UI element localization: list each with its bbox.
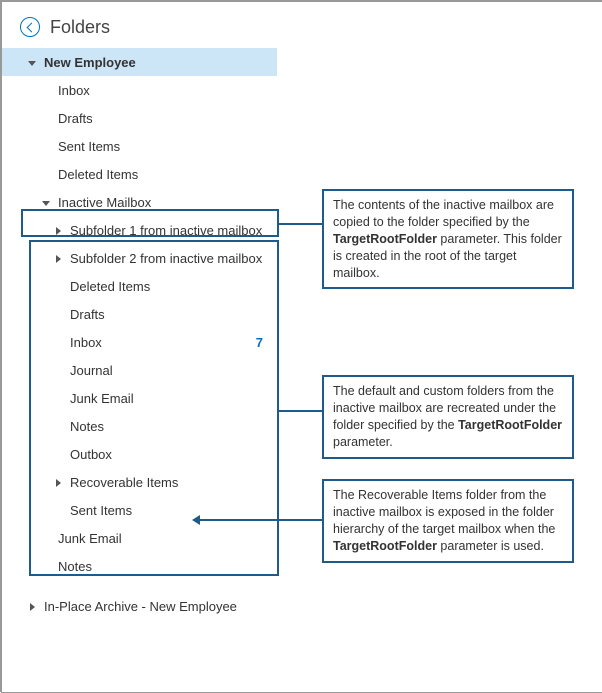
callout-text: The contents of the inactive mailbox are… <box>333 198 554 229</box>
tree-item-label: Outbox <box>70 447 269 462</box>
tree-item-im-inbox[interactable]: Inbox 7 <box>2 328 277 356</box>
callout-bold: TargetRootFolder <box>458 418 562 432</box>
tree-item-label: Sent Items <box>70 503 269 518</box>
tree-item-im-notes[interactable]: Notes <box>2 412 277 440</box>
tree-item-label: Subfolder 1 from inactive mailbox <box>70 223 269 238</box>
tree-item-label: Notes <box>70 419 269 434</box>
tree-item-label: Drafts <box>70 307 269 322</box>
tree-item-label: Inactive Mailbox <box>58 195 269 210</box>
expand-icon[interactable] <box>52 223 64 238</box>
callout-bold: TargetRootFolder <box>333 232 437 246</box>
tree-item-notes[interactable]: Notes <box>2 552 277 580</box>
tree-item-label: Deleted Items <box>70 279 269 294</box>
expand-icon[interactable] <box>52 251 64 266</box>
tree-item-label: Inbox <box>70 335 256 350</box>
callout-3: The Recoverable Items folder from the in… <box>322 479 574 563</box>
tree-item-im-junk[interactable]: Junk Email <box>2 384 277 412</box>
tree-item-junk[interactable]: Junk Email <box>2 524 277 552</box>
callout-text: parameter is used. <box>437 539 544 553</box>
tree-item-label: Recoverable Items <box>70 475 269 490</box>
tree-item-label: Journal <box>70 363 269 378</box>
tree-item-label: In-Place Archive - New Employee <box>44 599 269 614</box>
tree-item-label: New Employee <box>44 55 269 70</box>
tree-item-drafts[interactable]: Drafts <box>2 104 277 132</box>
tree-item-im-drafts[interactable]: Drafts <box>2 300 277 328</box>
callout-bold: TargetRootFolder <box>333 539 437 553</box>
tree-item-im-deleted[interactable]: Deleted Items <box>2 272 277 300</box>
tree-item-inbox[interactable]: Inbox <box>2 76 277 104</box>
unread-count: 7 <box>256 335 269 350</box>
page-title: Folders <box>50 17 110 38</box>
tree-item-deleted-items[interactable]: Deleted Items <box>2 160 277 188</box>
arrow-left-icon <box>192 515 200 525</box>
tree-item-label: Subfolder 2 from inactive mailbox <box>70 251 269 266</box>
header: Folders <box>2 2 602 48</box>
expand-icon[interactable] <box>40 195 52 210</box>
tree-item-new-employee[interactable]: New Employee <box>2 48 277 76</box>
folder-tree: New Employee Inbox Drafts Sent Items Del… <box>2 48 277 620</box>
tree-item-label: Drafts <box>58 111 269 126</box>
callout-2: The default and custom folders from the … <box>322 375 574 459</box>
tree-item-label: Junk Email <box>70 391 269 406</box>
tree-item-im-recoverable[interactable]: Recoverable Items <box>2 468 277 496</box>
expand-icon[interactable] <box>26 55 38 70</box>
tree-item-inactive-mailbox[interactable]: Inactive Mailbox <box>2 188 277 216</box>
connector-line <box>279 410 322 412</box>
tree-item-archive[interactable]: In-Place Archive - New Employee <box>2 592 277 620</box>
tree-item-im-outbox[interactable]: Outbox <box>2 440 277 468</box>
tree-item-label: Junk Email <box>58 531 269 546</box>
tree-item-label: Notes <box>58 559 269 574</box>
callout-text: The Recoverable Items folder from the in… <box>333 488 555 536</box>
expand-icon[interactable] <box>26 599 38 614</box>
connector-line <box>279 223 322 225</box>
callout-text: parameter. <box>333 435 393 449</box>
tree-item-label: Inbox <box>58 83 269 98</box>
connector-line <box>200 519 322 521</box>
back-icon[interactable] <box>20 17 40 37</box>
tree-item-label: Sent Items <box>58 139 269 154</box>
expand-icon[interactable] <box>52 475 64 490</box>
tree-item-sent-items[interactable]: Sent Items <box>2 132 277 160</box>
tree-item-label: Deleted Items <box>58 167 269 182</box>
tree-item-subfolder1[interactable]: Subfolder 1 from inactive mailbox <box>2 216 277 244</box>
tree-item-im-journal[interactable]: Journal <box>2 356 277 384</box>
callout-1: The contents of the inactive mailbox are… <box>322 189 574 289</box>
spacer <box>2 580 277 592</box>
tree-item-subfolder2[interactable]: Subfolder 2 from inactive mailbox <box>2 244 277 272</box>
